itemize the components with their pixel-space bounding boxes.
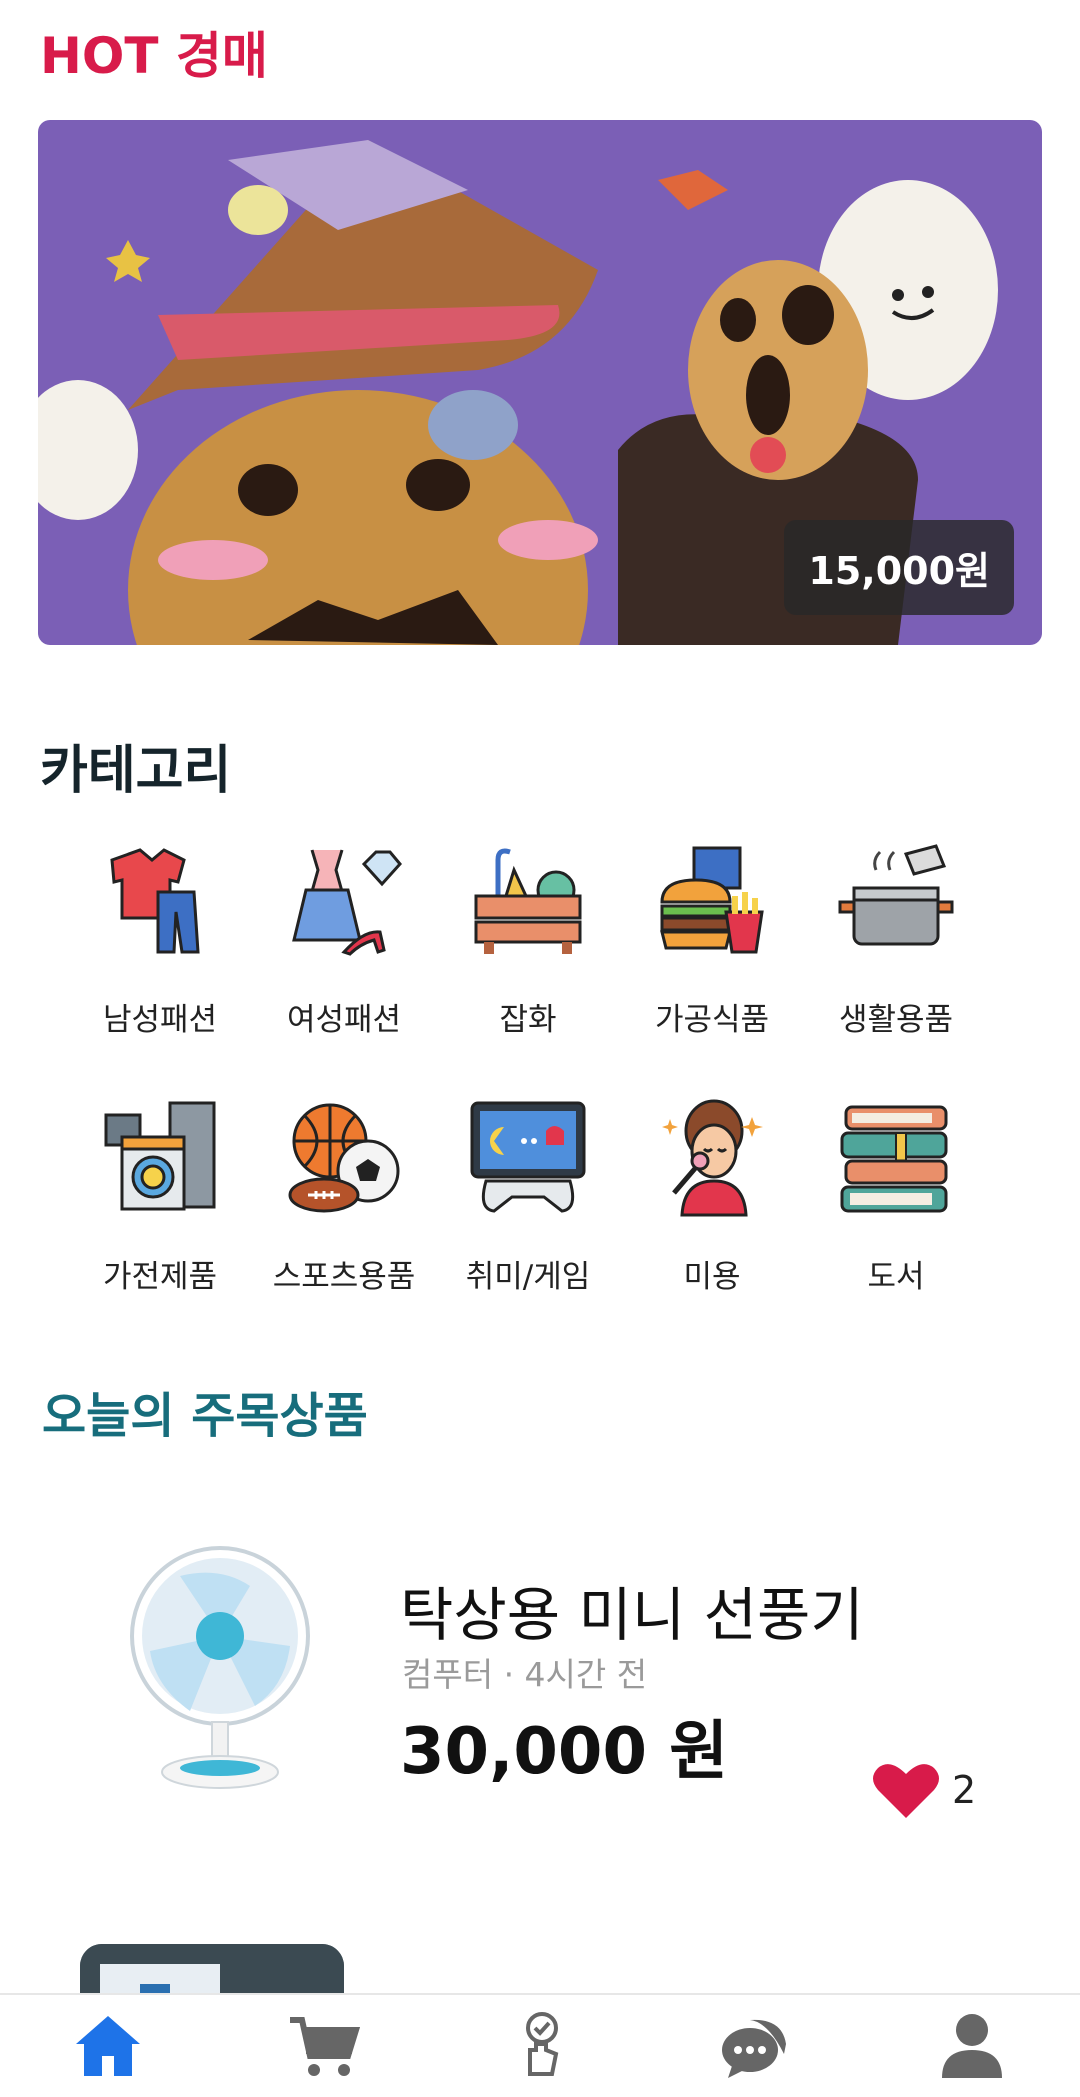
category-label: 가공식품: [654, 1002, 770, 1038]
category-label: 가전제품: [102, 1259, 218, 1295]
category-label: 여성패션: [286, 1002, 402, 1038]
category-label: 잡화: [499, 1002, 557, 1038]
product-thumbnail: [80, 1536, 344, 1800]
category-womenswear[interactable]: 여성패션: [252, 840, 436, 1039]
nav-auction[interactable]: [490, 2001, 590, 2091]
category-household[interactable]: 생활용품: [804, 840, 988, 1039]
category-menswear[interactable]: 남성패션: [68, 840, 252, 1039]
category-section-title: 카테고리: [40, 741, 232, 801]
category-label: 스포츠용품: [272, 1259, 416, 1295]
like-count: 2: [952, 1768, 977, 1812]
desk-fan-image: [130, 1546, 310, 1789]
category-label: 도서: [867, 1259, 925, 1295]
nav-chat[interactable]: [706, 2001, 806, 2091]
category-label: 미용: [683, 1259, 741, 1295]
hot-auction-title: HOT 경매: [40, 27, 268, 85]
home-icon: [76, 2016, 140, 2076]
profile-icon: [942, 2014, 1002, 2078]
product-name: 탁상용 미니 선풍기: [400, 1581, 864, 1649]
category-books[interactable]: 도서: [804, 1097, 988, 1296]
category-processed-food[interactable]: 가공식품: [620, 840, 804, 1039]
hot-auction-banner[interactable]: 15,000원: [38, 120, 1042, 645]
product-price: 30,000 원: [400, 1715, 729, 1789]
hot-auction-price: 15,000원: [784, 520, 1014, 615]
womenswear-icon: [284, 840, 404, 960]
chat-icon: [722, 2019, 786, 2078]
menswear-icon: [100, 840, 220, 960]
auction-hand-icon: [526, 2012, 559, 2076]
category-beauty[interactable]: 미용: [620, 1097, 804, 1296]
nav-cart[interactable]: [274, 2001, 374, 2091]
goods-crate-icon: [468, 840, 588, 960]
category-sports[interactable]: 스포츠용품: [252, 1097, 436, 1296]
today-featured-title: 오늘의 주목상품: [42, 1388, 368, 1444]
category-label: 생활용품: [838, 1002, 954, 1038]
like-button[interactable]: 2: [872, 1760, 976, 1820]
category-label: 취미/게임: [465, 1259, 591, 1295]
books-icon: [836, 1097, 956, 1217]
category-appliances[interactable]: 가전제품: [68, 1097, 252, 1296]
category-goods[interactable]: 잡화: [436, 840, 620, 1039]
nav-home[interactable]: [58, 2001, 158, 2091]
category-grid: 남성패션 여성패션 잡화 가공식품 생활용품 가전제품 스포츠용품 취미/게임 …: [68, 840, 1028, 1296]
product-card[interactable]: 탁상용 미니 선풍기 컴푸터 · 4시간 전 30,000 원 2: [80, 1536, 1000, 1818]
game-monitor-icon: [468, 1097, 588, 1217]
category-label: 남성패션: [102, 1002, 218, 1038]
cooking-pot-icon: [836, 840, 956, 960]
product-meta: 컴푸터 · 4시간 전: [402, 1655, 648, 1694]
bottom-navigation: [0, 1993, 1080, 2097]
beauty-icon: [652, 1097, 772, 1217]
cart-icon: [290, 2017, 360, 2076]
sports-balls-icon: [284, 1097, 404, 1217]
heart-icon: [873, 1764, 939, 1818]
fastfood-icon: [652, 840, 772, 960]
nav-profile[interactable]: [922, 2001, 1022, 2091]
appliances-icon: [100, 1097, 220, 1217]
category-hobby-game[interactable]: 취미/게임: [436, 1097, 620, 1296]
